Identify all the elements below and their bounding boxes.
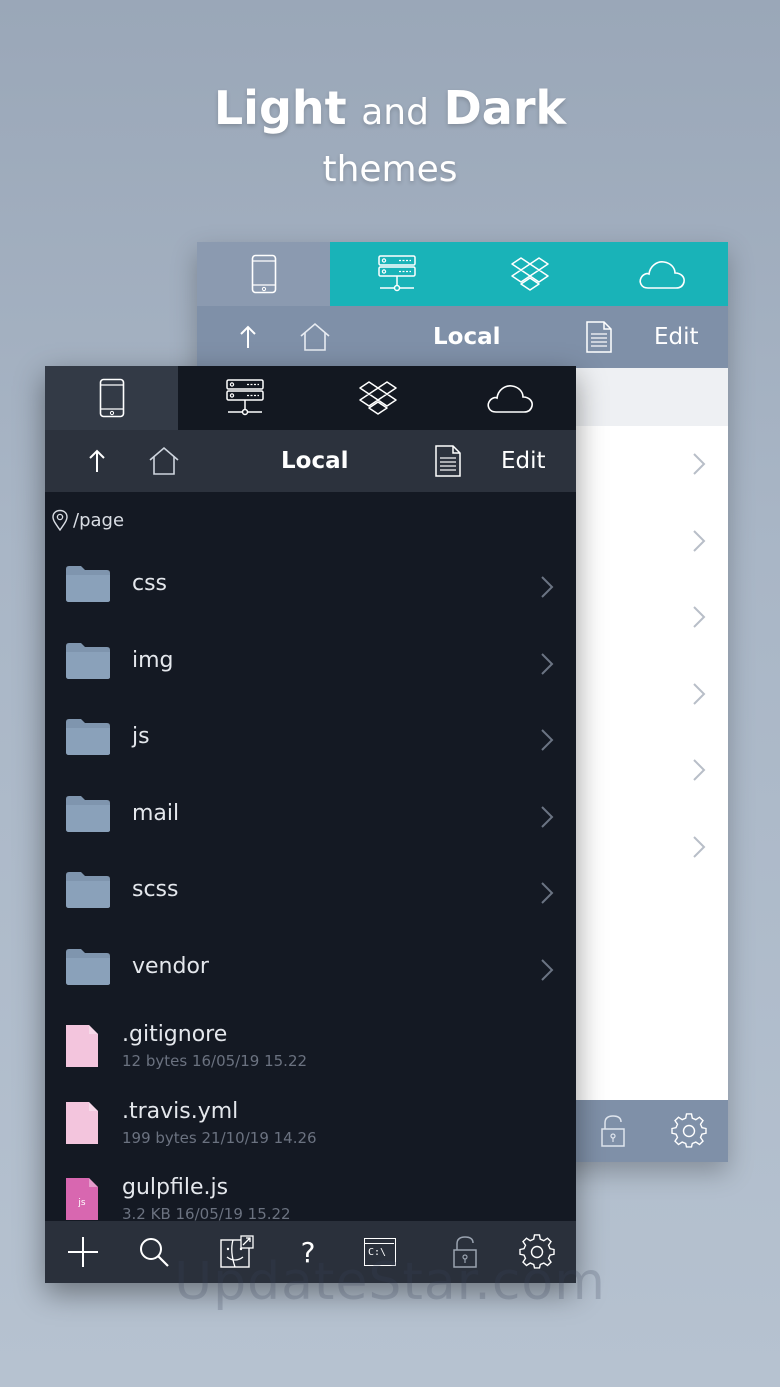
headline-line-1: Light and Dark (0, 78, 780, 143)
chevron-right-icon (693, 606, 706, 628)
light-edit-button[interactable]: Edit (654, 306, 699, 368)
home-icon (149, 446, 179, 475)
cloud-icon (639, 261, 685, 289)
document-icon (435, 445, 461, 477)
folder-name: js (132, 724, 150, 749)
folder-icon (66, 795, 110, 832)
folder-row[interactable]: scss (45, 855, 576, 931)
lock-icon (601, 1115, 625, 1147)
folder-name: mail (132, 800, 180, 826)
folder-row[interactable]: css (45, 549, 576, 625)
folder-icon (66, 948, 110, 985)
dark-tab-local[interactable] (45, 366, 178, 430)
file-icon: js (66, 1178, 98, 1220)
light-up-button[interactable] (239, 306, 257, 368)
file-icon (66, 1025, 98, 1067)
server-icon (225, 379, 264, 416)
chevron-right-icon (541, 805, 554, 828)
dark-up-button[interactable] (88, 430, 106, 492)
gear-icon (671, 1113, 707, 1148)
light-lock-button[interactable] (593, 1100, 633, 1162)
dark-toolbar: Local Edit (45, 430, 576, 492)
chevron-right-icon (541, 882, 554, 904)
light-tab-cloud[interactable] (596, 242, 728, 306)
server-icon (377, 255, 416, 292)
folder-name: vendor (132, 953, 209, 979)
headline-dark-word: Dark (443, 81, 567, 135)
dark-tab-dropbox[interactable] (311, 366, 444, 430)
dark-edit-button[interactable]: Edit (501, 430, 546, 492)
dark-theme-panel: Local Edit /page css img js mail scss vendor … (45, 366, 576, 1283)
file-name: .travis.yml (122, 1098, 239, 1124)
dark-tab-bar (45, 366, 576, 430)
light-home-button[interactable] (299, 306, 331, 368)
dark-location-title: Local (281, 448, 349, 474)
headline: Light and Dark themes (0, 78, 780, 195)
light-tab-local[interactable] (197, 242, 330, 306)
folder-icon (66, 642, 110, 679)
chevron-right-icon (541, 958, 554, 981)
dark-document-button[interactable] (434, 430, 462, 492)
file-name: .gitignore (122, 1022, 228, 1047)
light-toolbar: Local Edit (197, 306, 728, 368)
folder-row[interactable]: vendor (45, 932, 576, 1008)
light-tab-dropbox[interactable] (463, 242, 596, 306)
breadcrumb[interactable]: /page (51, 506, 124, 534)
home-icon (300, 322, 330, 351)
watermark: UpdateStar.com (174, 1252, 606, 1312)
folder-name: css (132, 571, 168, 596)
phone-icon (99, 378, 124, 418)
chevron-right-icon (693, 529, 706, 552)
headline-light-word: Light (213, 81, 347, 135)
file-row[interactable]: .gitignore 12 bytes 16/05/19 15.22 (45, 1008, 576, 1084)
arrow-up-icon (89, 449, 105, 472)
folder-icon (66, 566, 110, 602)
dark-tab-server[interactable] (178, 366, 311, 430)
document-icon (586, 321, 612, 353)
headline-and-word: and (361, 92, 429, 133)
file-meta: 12 bytes 16/05/19 15.22 (122, 1052, 308, 1070)
light-tab-bar (197, 242, 728, 306)
file-name: gulpfile.js (122, 1175, 229, 1200)
chevron-right-icon (541, 729, 554, 751)
chevron-right-icon (693, 453, 706, 475)
light-tab-server[interactable] (330, 242, 463, 306)
folder-row[interactable]: js (45, 702, 576, 778)
chevron-right-icon (541, 652, 554, 675)
folder-row[interactable]: mail (45, 779, 576, 855)
dropbox-icon (358, 381, 397, 415)
file-meta: 199 bytes 21/10/19 14.26 (122, 1128, 317, 1147)
chevron-right-icon (693, 682, 706, 705)
file-row[interactable]: .travis.yml 199 bytes 21/10/19 14.26 (45, 1085, 576, 1161)
phone-icon (251, 254, 276, 294)
chevron-right-icon (693, 759, 706, 781)
chevron-right-icon (541, 576, 554, 598)
folder-row[interactable]: img (45, 626, 576, 702)
light-settings-button[interactable] (667, 1100, 711, 1162)
location-pin-icon (52, 509, 68, 531)
file-icon (66, 1101, 98, 1144)
cloud-icon (487, 385, 533, 413)
file-type-label: js (77, 1198, 86, 1208)
dark-tab-cloud[interactable] (444, 366, 576, 430)
folder-icon (66, 872, 110, 908)
folder-name: img (132, 647, 174, 673)
chevron-right-icon (693, 835, 706, 858)
breadcrumb-path: /page (73, 509, 125, 531)
light-document-button[interactable] (585, 306, 613, 368)
dropbox-icon (510, 257, 549, 291)
light-location-title: Local (433, 324, 501, 350)
folder-icon (66, 719, 110, 755)
folder-name: scss (132, 877, 179, 902)
headline-subtitle: themes (322, 149, 458, 190)
arrow-up-icon (240, 325, 256, 348)
dark-home-button[interactable] (148, 430, 180, 492)
